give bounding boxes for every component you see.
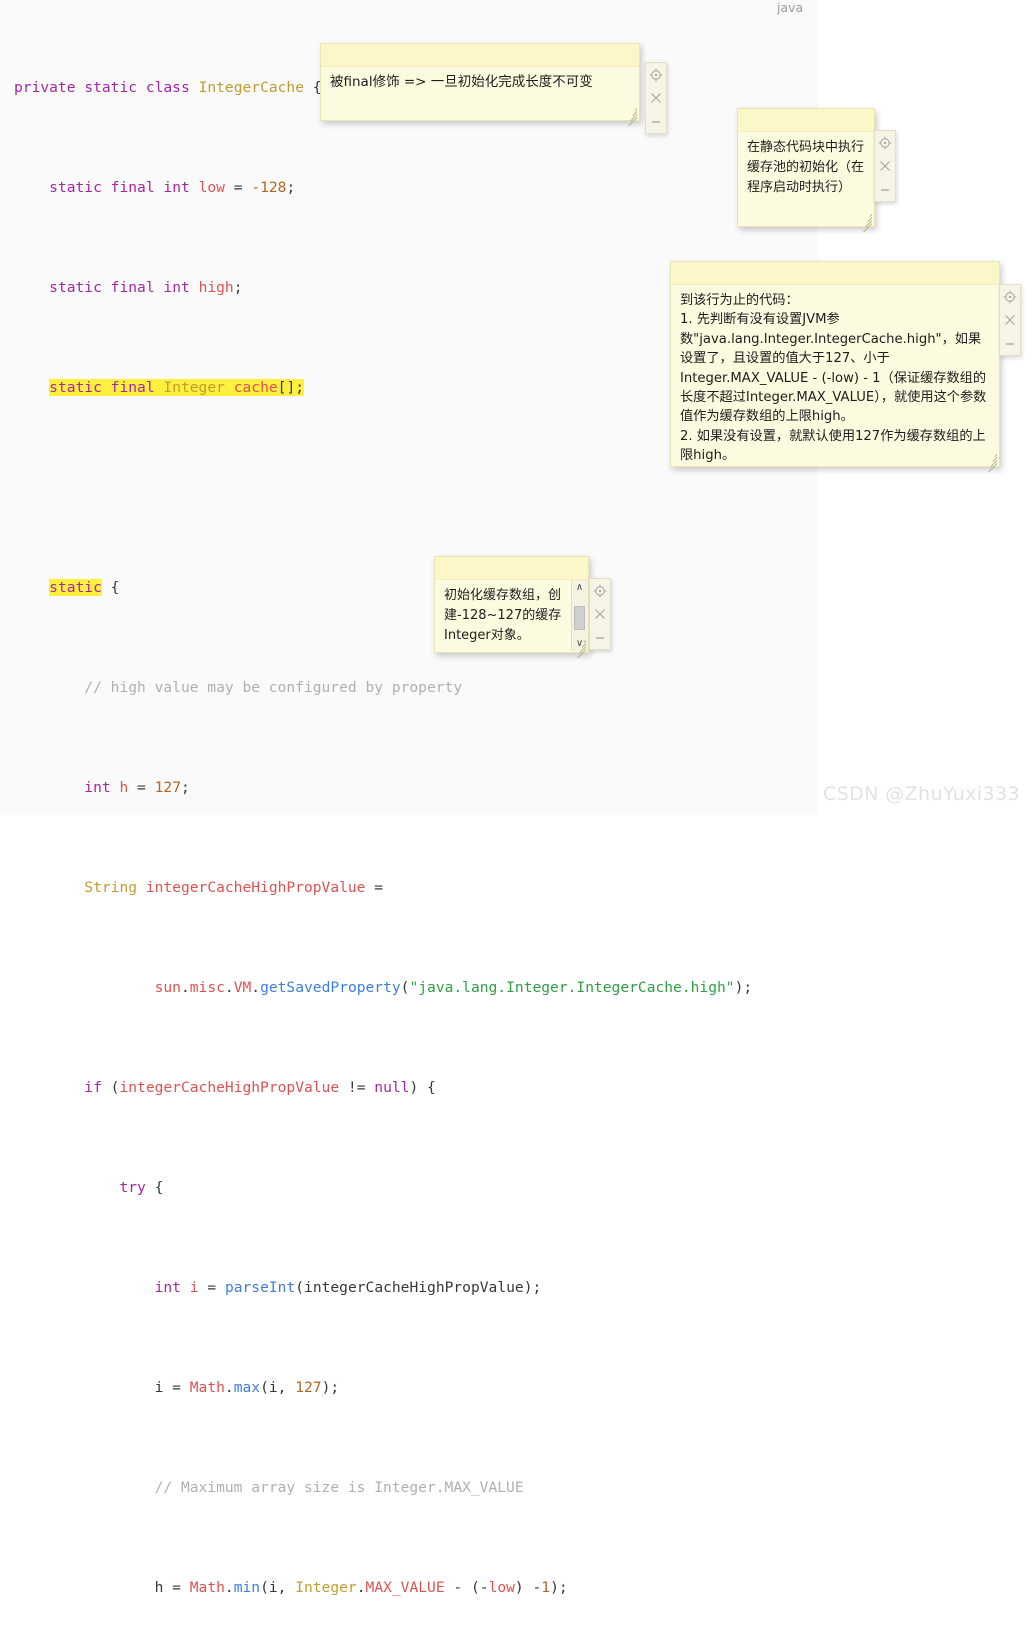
close-icon[interactable]	[649, 91, 663, 105]
note-title-bar[interactable]	[738, 109, 874, 132]
close-icon[interactable]	[593, 607, 607, 621]
target-icon[interactable]	[593, 584, 607, 598]
target-icon[interactable]	[649, 68, 663, 82]
code-line: int h = 127;	[84, 779, 190, 796]
note-title-bar[interactable]	[321, 44, 639, 67]
note-text: 被final修饰 => 一旦初始化完成长度不可变	[330, 74, 593, 90]
note-title-bar[interactable]	[671, 262, 999, 285]
code-line: String integerCacheHighPropValue =	[84, 879, 384, 896]
code-line: h = Math.min(i, Integer.MAX_VALUE - (-lo…	[154, 1579, 568, 1596]
minimize-icon[interactable]	[1003, 335, 1017, 349]
note-text: 初始化缓存数组，创建-128~127的缓存Integer对象。	[444, 588, 562, 643]
code-line: int i = parseInt(integerCacheHighPropVal…	[154, 1279, 542, 1296]
note-controls-rail-1[interactable]	[645, 62, 667, 134]
note-title-bar[interactable]	[435, 557, 588, 580]
code-line: i = Math.max(i, 127);	[154, 1379, 340, 1396]
note-resize-handle[interactable]	[573, 638, 587, 659]
note-text: 到该行为止的代码： 1. 先判断有没有设置JVM参数"java.lang.Int…	[680, 293, 987, 464]
code-line: try {	[119, 1179, 164, 1196]
note-resize-handle[interactable]	[624, 106, 638, 127]
note-resize-handle[interactable]	[984, 452, 998, 473]
sticky-note-init-cache-array[interactable]: 初始化缓存数组，创建-128~127的缓存Integer对象。 ∧ ∨	[434, 556, 589, 659]
language-tag: java	[777, 0, 804, 15]
code-line-highlighted: static {	[49, 579, 120, 596]
code-line: sun.misc.VM.getSavedProperty("java.lang.…	[154, 979, 753, 996]
minimize-icon[interactable]	[649, 113, 663, 127]
minimize-icon[interactable]	[878, 181, 892, 195]
scroll-up-arrow-icon[interactable]: ∧	[572, 580, 587, 595]
target-icon[interactable]	[1003, 290, 1017, 304]
code-listing[interactable]: private static class IntegerCache { stat…	[0, 0, 818, 1630]
note-text: 在静态代码块中执行缓存池的初始化（在程序启动时执行）	[747, 140, 865, 195]
note-resize-handle[interactable]	[859, 212, 873, 233]
minimize-icon[interactable]	[593, 629, 607, 643]
code-line: // Maximum array size is Integer.MAX_VAL…	[154, 1479, 524, 1496]
target-icon[interactable]	[878, 136, 892, 150]
note-controls-rail-2[interactable]	[874, 130, 896, 202]
sticky-note-final-modifier[interactable]: 被final修饰 => 一旦初始化完成长度不可变	[320, 43, 640, 127]
code-line: // high value may be configured by prope…	[84, 679, 463, 696]
close-icon[interactable]	[878, 159, 892, 173]
watermark: CSDN @ZhuYuxi333	[823, 783, 1020, 805]
code-line: static final int low = -128;	[49, 179, 296, 196]
note-controls-rail-3[interactable]	[999, 284, 1021, 356]
close-icon[interactable]	[1003, 313, 1017, 327]
code-line: if (integerCacheHighPropValue != null) {	[84, 1079, 436, 1096]
scrollbar-thumb[interactable]	[574, 606, 585, 630]
note-controls-rail-4[interactable]	[589, 578, 611, 650]
sticky-note-static-block[interactable]: 在静态代码块中执行缓存池的初始化（在程序启动时执行）	[737, 108, 875, 233]
sticky-note-high-resolution[interactable]: 到该行为止的代码： 1. 先判断有没有设置JVM参数"java.lang.Int…	[670, 261, 1000, 473]
